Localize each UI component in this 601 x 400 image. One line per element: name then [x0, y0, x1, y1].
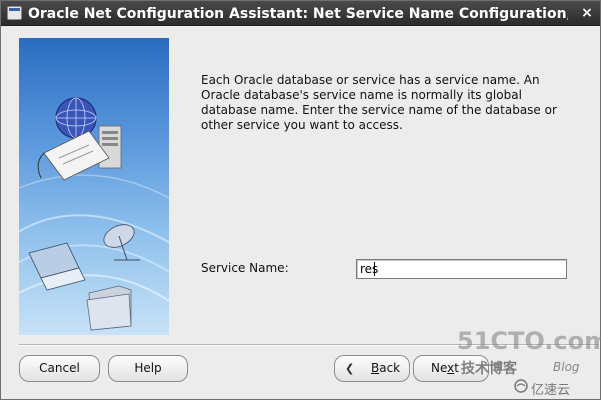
cancel-button[interactable]: Cancel — [19, 355, 100, 382]
service-name-label: Service Name: — [201, 261, 289, 275]
back-label-rest: ack — [379, 361, 401, 375]
illustration-graphic — [19, 97, 169, 331]
watermark-subtitle: 技术博客 — [461, 361, 517, 377]
back-mnemonic: B — [371, 361, 380, 375]
next-label: Next — [431, 356, 459, 381]
service-name-input[interactable] — [356, 259, 567, 279]
title-bar[interactable]: Oracle Net Configuration Assistant: Net … — [1, 1, 600, 26]
watermark-logo: 51CTO.com — [457, 327, 601, 355]
window-title: Oracle Net Configuration Assistant: Net … — [28, 6, 568, 22]
text-caret — [374, 262, 375, 276]
service-name-description: Each Oracle database or service has a se… — [201, 73, 557, 132]
next-label-rest: t — [454, 361, 459, 375]
next-label-prefix: Ne — [431, 361, 448, 375]
help-button[interactable]: Help — [108, 355, 188, 382]
cloud-logo-icon — [514, 379, 528, 393]
watermark-cloud-text: 亿速云 — [531, 383, 571, 398]
laptop-icon — [28, 242, 86, 291]
tag-icon — [37, 130, 110, 181]
network-services-illustration — [19, 38, 169, 335]
back-label: Back — [371, 356, 400, 381]
watermark-blog: Blog — [553, 360, 580, 374]
back-arrow-icon: ❮ — [345, 362, 355, 375]
window-app-icon[interactable] — [7, 6, 22, 20]
dialog-window: Oracle Net Configuration Assistant: Net … — [0, 0, 601, 400]
back-button[interactable]: ❮ Back — [334, 355, 410, 382]
close-icon[interactable]: × — [578, 4, 596, 22]
folder-icon — [86, 285, 132, 331]
